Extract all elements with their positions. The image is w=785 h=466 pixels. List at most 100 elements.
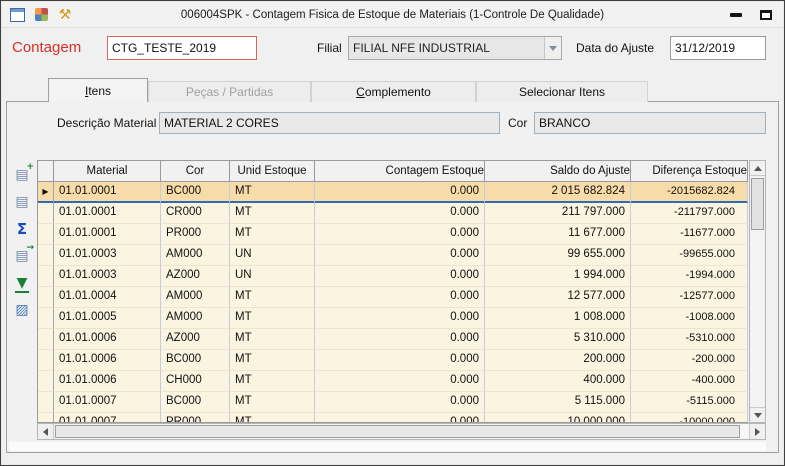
tab-complemento[interactable]: Complemento bbox=[311, 81, 476, 102]
table-row[interactable]: 01.01.0001PR000MT0.00011 677.000-11677.0… bbox=[38, 224, 748, 245]
filial-select[interactable]: FILIAL NFE INDUSTRIAL bbox=[348, 36, 562, 60]
grid-cell[interactable]: 0.000 bbox=[315, 203, 485, 224]
sum-icon[interactable]: Σ bbox=[12, 220, 32, 238]
grid-cell[interactable]: MT bbox=[230, 203, 315, 224]
grid-cell[interactable]: UN bbox=[230, 266, 315, 287]
grid-cell[interactable]: 0.000 bbox=[315, 392, 485, 413]
descricao-material-input[interactable] bbox=[159, 112, 500, 134]
grid-cell[interactable]: 1 008.000 bbox=[485, 308, 631, 329]
chart-icon[interactable]: ▨ bbox=[12, 301, 32, 319]
tab-selecionar-itens[interactable]: Selecionar Itens bbox=[476, 81, 648, 102]
grid-cell[interactable]: BC000 bbox=[161, 392, 230, 413]
grid-cell[interactable]: 200.000 bbox=[485, 350, 631, 371]
grid-cell[interactable]: -1008.000 bbox=[631, 308, 748, 329]
grid-cell[interactable]: 01.01.0003 bbox=[54, 245, 161, 266]
grid-cell[interactable]: 400.000 bbox=[485, 371, 631, 392]
grid-cell[interactable]: 5 115.000 bbox=[485, 392, 631, 413]
table-row[interactable]: 01.01.0006CH000MT0.000400.000-400.000 bbox=[38, 371, 748, 392]
contagem-input[interactable] bbox=[107, 36, 257, 60]
grid-cell[interactable]: PR000 bbox=[161, 224, 230, 245]
hscroll-thumb[interactable] bbox=[55, 425, 740, 438]
grid-cell[interactable]: BC000 bbox=[161, 350, 230, 371]
grid-cell[interactable]: AM000 bbox=[161, 287, 230, 308]
grid-cell[interactable]: 10 000.000 bbox=[485, 413, 631, 423]
grid-cell[interactable]: CH000 bbox=[161, 371, 230, 392]
grid-cell[interactable]: 0.000 bbox=[315, 329, 485, 350]
tab-pe-as-partidas[interactable]: Peças / Partidas bbox=[148, 81, 311, 102]
grid-cell[interactable]: 01.01.0001 bbox=[54, 224, 161, 245]
grid-cell[interactable]: 0.000 bbox=[315, 182, 485, 203]
table-row[interactable]: 01.01.0007BC000MT0.0005 115.000-5115.000 bbox=[38, 392, 748, 413]
grid-cell[interactable]: 0.000 bbox=[315, 308, 485, 329]
grid-cell[interactable]: 01.01.0007 bbox=[54, 413, 161, 423]
grid-cell[interactable]: MT bbox=[230, 413, 315, 423]
grid-cell[interactable]: MT bbox=[230, 287, 315, 308]
table-row[interactable]: 01.01.0003AZ000UN0.0001 994.000-1994.000 bbox=[38, 266, 748, 287]
grid-cell[interactable]: -400.000 bbox=[631, 371, 748, 392]
list-rows-icon[interactable]: ▤ bbox=[12, 193, 32, 211]
grid-cell[interactable]: -1994.000 bbox=[631, 266, 748, 287]
table-row[interactable]: 01.01.0001CR000MT0.000211 797.000-211797… bbox=[38, 203, 748, 224]
grid-cell[interactable]: MT bbox=[230, 224, 315, 245]
grid-cell[interactable]: 211 797.000 bbox=[485, 203, 631, 224]
minimize-button[interactable] bbox=[724, 6, 748, 24]
table-row[interactable]: 01.01.0005AM000MT0.0001 008.000-1008.000 bbox=[38, 308, 748, 329]
grid-cell[interactable]: -12577.000 bbox=[631, 287, 748, 308]
scroll-right-button[interactable] bbox=[749, 424, 765, 439]
grid-cell[interactable]: 11 677.000 bbox=[485, 224, 631, 245]
grid-cell[interactable]: 0.000 bbox=[315, 350, 485, 371]
grid-cell[interactable]: -99655.000 bbox=[631, 245, 748, 266]
grid-cell[interactable]: -200.000 bbox=[631, 350, 748, 371]
grid-cell[interactable]: 0.000 bbox=[315, 245, 485, 266]
grid-cell[interactable]: 1 994.000 bbox=[485, 266, 631, 287]
grid-cell[interactable]: 01.01.0005 bbox=[54, 308, 161, 329]
grid-cell[interactable]: 99 655.000 bbox=[485, 245, 631, 266]
grid-cell[interactable]: 01.01.0007 bbox=[54, 392, 161, 413]
chevron-down-icon[interactable] bbox=[544, 37, 561, 59]
grid-cell[interactable]: MT bbox=[230, 329, 315, 350]
grid-cell[interactable]: 01.01.0006 bbox=[54, 350, 161, 371]
grid-cell[interactable]: AM000 bbox=[161, 245, 230, 266]
data-ajuste-input[interactable] bbox=[670, 36, 766, 60]
grid-cell[interactable]: -211797.000 bbox=[631, 203, 748, 224]
wrench-icon[interactable]: ⚒ bbox=[55, 6, 75, 24]
grid-cell[interactable]: 01.01.0004 bbox=[54, 287, 161, 308]
vertical-scrollbar[interactable] bbox=[749, 160, 766, 423]
grid-cell[interactable]: AZ000 bbox=[161, 266, 230, 287]
grid-cell[interactable]: CR000 bbox=[161, 203, 230, 224]
grid-cell[interactable]: 2 015 682.824 bbox=[485, 182, 631, 203]
grid-cell[interactable]: 0.000 bbox=[315, 266, 485, 287]
grid-cell[interactable]: 01.01.0006 bbox=[54, 329, 161, 350]
cor-input[interactable] bbox=[534, 112, 766, 134]
table-row[interactable]: 01.01.0007PR000MT0.00010 000.000-10000.0… bbox=[38, 413, 748, 423]
grid-cell[interactable]: 01.01.0006 bbox=[54, 371, 161, 392]
table-row[interactable]: 01.01.0003AM000UN0.00099 655.000-99655.0… bbox=[38, 245, 748, 266]
grid-cell[interactable]: 0.000 bbox=[315, 287, 485, 308]
table-row[interactable]: 01.01.0006AZ000MT0.0005 310.000-5310.000 bbox=[38, 329, 748, 350]
grid-cell[interactable]: MT bbox=[230, 182, 315, 203]
grid-cell[interactable]: MT bbox=[230, 371, 315, 392]
scroll-up-button[interactable] bbox=[750, 161, 765, 176]
grid-cell[interactable]: MT bbox=[230, 350, 315, 371]
grid-cell[interactable]: 5 310.000 bbox=[485, 329, 631, 350]
grid-cell[interactable]: 12 577.000 bbox=[485, 287, 631, 308]
grid-cell[interactable]: -5115.000 bbox=[631, 392, 748, 413]
add-row-icon[interactable]: ▤+ bbox=[12, 166, 32, 184]
form-icon[interactable] bbox=[7, 6, 27, 24]
import-down-icon[interactable]: ▼ bbox=[12, 274, 32, 292]
vscroll-thumb[interactable] bbox=[751, 178, 764, 230]
grid-cell[interactable]: 01.01.0003 bbox=[54, 266, 161, 287]
table-row[interactable]: 01.01.0006BC000MT0.000200.000-200.000 bbox=[38, 350, 748, 371]
tab-itens[interactable]: Itens bbox=[48, 78, 148, 102]
grid-cell[interactable]: 0.000 bbox=[315, 413, 485, 423]
grid-cell[interactable]: UN bbox=[230, 245, 315, 266]
grid-cell[interactable]: 01.01.0001 bbox=[54, 182, 161, 203]
grid-cell[interactable]: 01.01.0001 bbox=[54, 203, 161, 224]
maximize-button[interactable] bbox=[754, 6, 778, 24]
grid-cell[interactable]: 0.000 bbox=[315, 224, 485, 245]
grid-cell[interactable]: AM000 bbox=[161, 308, 230, 329]
grid-cell[interactable]: MT bbox=[230, 308, 315, 329]
grid-cell[interactable]: MT bbox=[230, 392, 315, 413]
grid-cell[interactable]: BC000 bbox=[161, 182, 230, 203]
scroll-left-button[interactable] bbox=[38, 424, 54, 439]
